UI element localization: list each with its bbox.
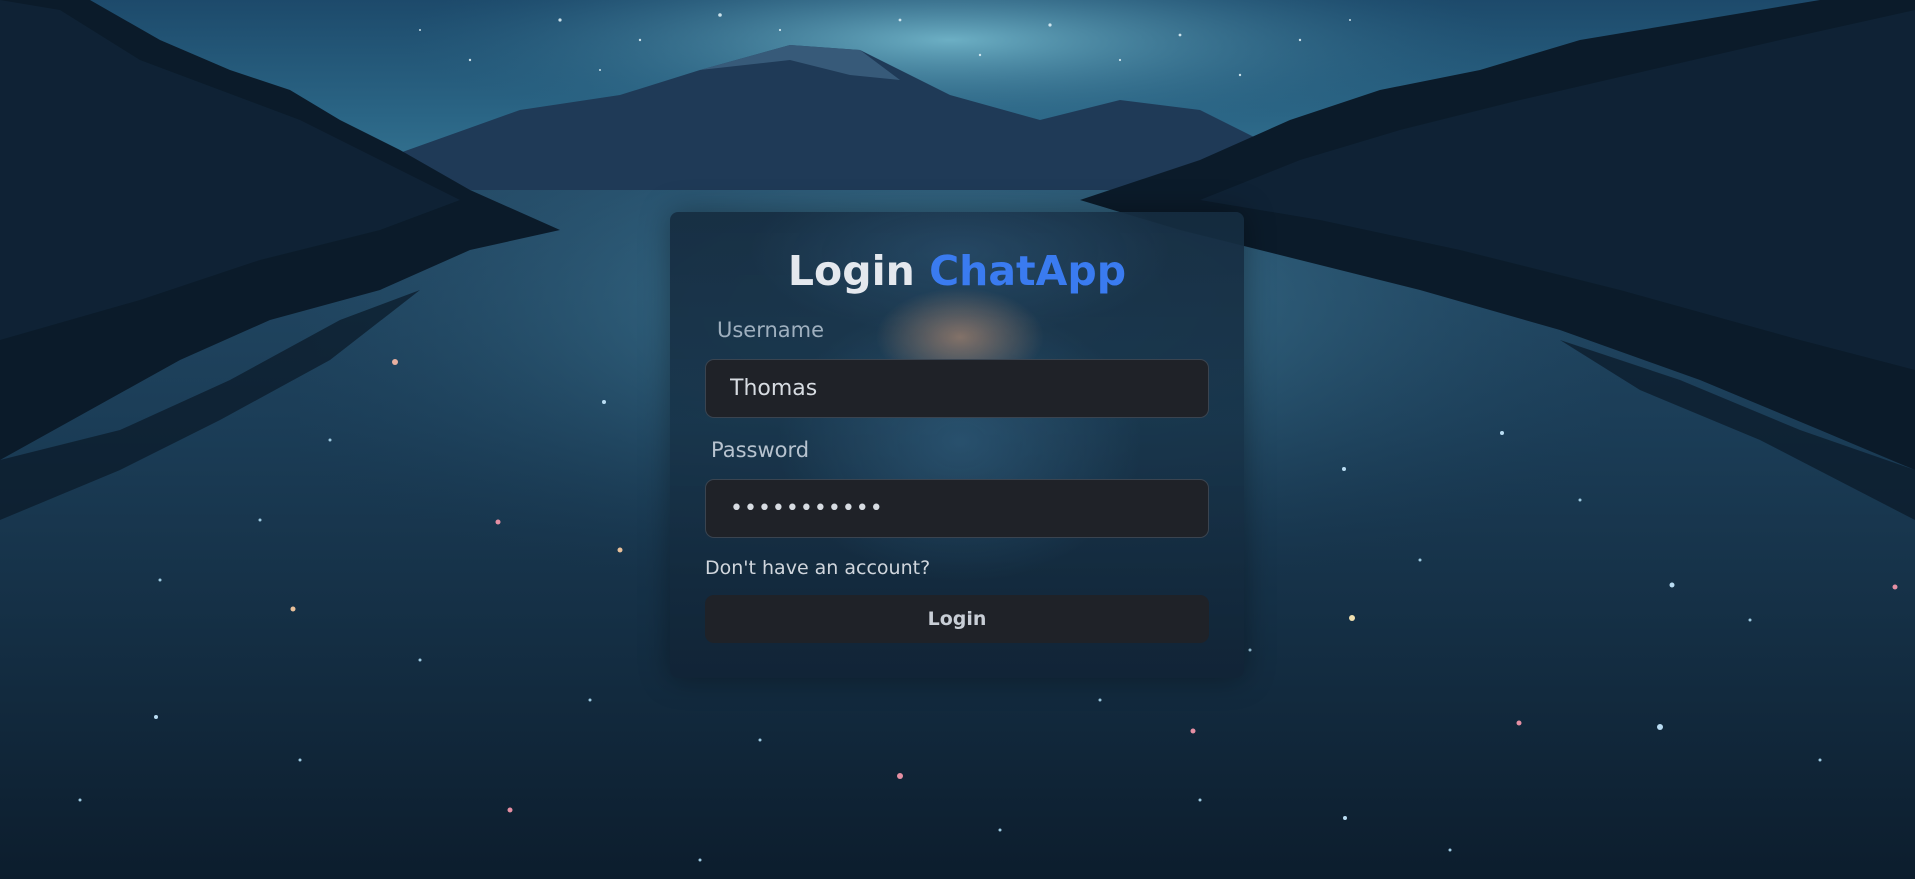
signup-link[interactable]: Don't have an account? <box>705 556 930 580</box>
password-label: Password <box>711 438 810 462</box>
login-title: Login ChatApp <box>670 246 1244 296</box>
username-input[interactable] <box>705 359 1209 418</box>
login-title-prefix: Login <box>787 247 915 295</box>
brand-name: ChatApp <box>929 247 1127 295</box>
username-label: Username <box>717 318 825 342</box>
password-input[interactable] <box>705 479 1209 538</box>
login-card: Login ChatApp Username Password Don't ha… <box>670 212 1244 678</box>
login-button[interactable]: Login <box>705 595 1209 643</box>
